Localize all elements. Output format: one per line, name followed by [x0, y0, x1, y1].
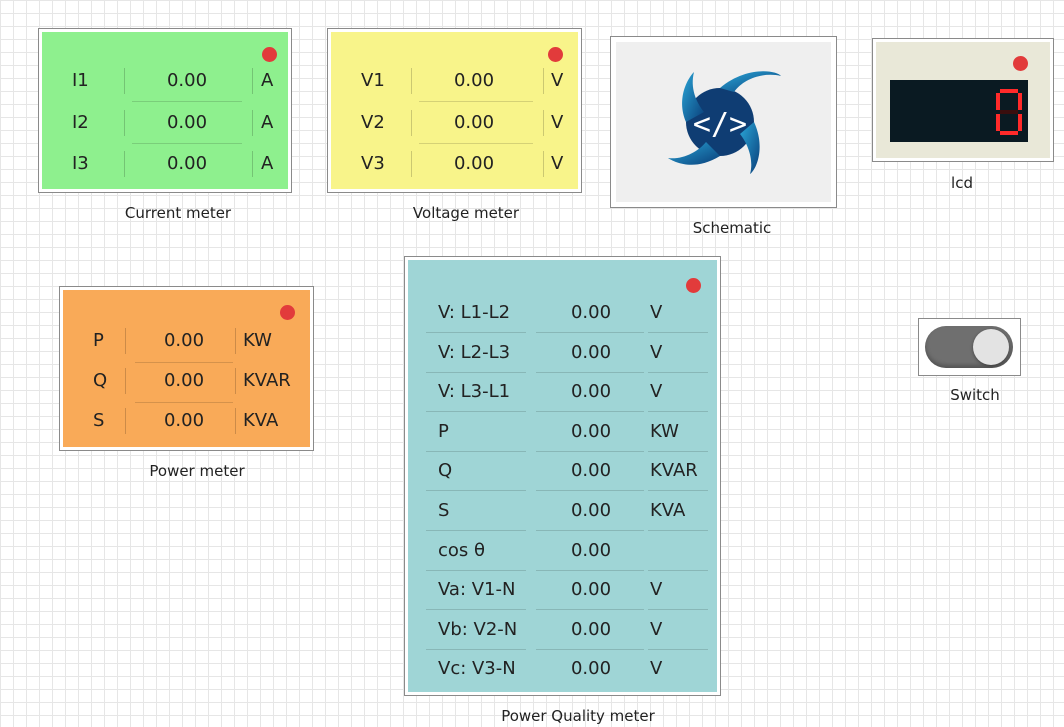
- schematic-caption: Schematic: [692, 219, 772, 237]
- row-unit: KVA: [243, 410, 279, 431]
- seven-segment-digit: [996, 89, 1022, 135]
- row-unit: V: [650, 302, 663, 323]
- row-unit: [650, 532, 710, 570]
- row-unit: KVA: [650, 500, 686, 521]
- row-label: P: [438, 421, 449, 442]
- row-unit: KVAR: [243, 370, 291, 391]
- row-unit: KW: [243, 330, 272, 351]
- row-unit: V: [650, 658, 663, 679]
- table-row: Q 0.00 KVAR: [408, 452, 717, 490]
- voltage-meter-face: V1 0.00 V V2 0.00 V V3 0.00 V: [331, 32, 578, 189]
- switch-knob[interactable]: [973, 329, 1009, 365]
- lcd-caption: lcd: [951, 174, 973, 192]
- row-label: V: L3-L1: [438, 381, 511, 402]
- table-row: P 0.00 KW: [408, 413, 717, 451]
- row-label: V: L2-L3: [438, 342, 511, 363]
- current-meter[interactable]: I1 0.00 A I2 0.00 A I3 0.00 A: [38, 28, 292, 193]
- row-value: 0.00: [570, 342, 612, 363]
- row-label: Q: [438, 460, 453, 481]
- row-label: Vc: V3-N: [438, 658, 516, 679]
- row-value: 0.00: [453, 112, 495, 133]
- current-meter-caption: Current meter: [124, 204, 232, 222]
- current-meter-face: I1 0.00 A I2 0.00 A I3 0.00 A: [42, 32, 288, 189]
- row-unit: V: [650, 342, 663, 363]
- row-value: 0.00: [570, 421, 612, 442]
- row-unit: V: [650, 381, 663, 402]
- row-label: Vb: V2-N: [438, 619, 518, 640]
- row-label: V1: [361, 70, 385, 91]
- row-value: 0.00: [570, 619, 612, 640]
- power-meter-face: P 0.00 KW Q 0.00 KVAR S 0.00 KVA: [63, 290, 310, 447]
- row-value: 0.00: [453, 153, 495, 174]
- row-unit: A: [261, 70, 274, 91]
- row-value: 0.00: [570, 460, 612, 481]
- power-quality-meter[interactable]: V: L1-L2 0.00 V V: L2-L3 0.00 V V: L3-L1 0.00 V P…: [404, 256, 721, 696]
- voltage-meter[interactable]: V1 0.00 V V2 0.00 V V3 0.00 V: [327, 28, 582, 193]
- table-row: cos θ 0.00: [408, 532, 717, 570]
- switch-caption: Switch: [950, 386, 1000, 404]
- row-unit: A: [261, 112, 274, 133]
- table-row: Vc: V3-N 0.00 V: [408, 650, 717, 688]
- status-led: [280, 305, 295, 320]
- row-value: 0.00: [570, 302, 612, 323]
- row-value: 0.00: [570, 540, 612, 561]
- row-value: 0.00: [570, 381, 612, 402]
- table-row: V: L3-L1 0.00 V: [408, 373, 717, 411]
- row-label: S: [438, 500, 450, 521]
- status-led: [548, 47, 563, 62]
- row-label: V2: [361, 112, 385, 133]
- row-label: V: L1-L2: [438, 302, 511, 323]
- power-meter-caption: Power meter: [149, 462, 245, 480]
- row-label: I3: [72, 153, 89, 174]
- row-value: 0.00: [570, 579, 612, 600]
- row-unit: V: [650, 579, 663, 600]
- row-value: 0.00: [163, 330, 205, 351]
- table-row: Va: V1-N 0.00 V: [408, 571, 717, 609]
- status-led: [1013, 56, 1028, 71]
- row-unit: V: [551, 112, 564, 133]
- row-value: 0.00: [166, 112, 208, 133]
- row-value: 0.00: [166, 153, 208, 174]
- row-unit: V: [650, 619, 663, 640]
- row-unit: KW: [650, 421, 679, 442]
- power-quality-meter-face: V: L1-L2 0.00 V V: L2-L3 0.00 V V: L3-L1 0.00 V P…: [408, 260, 717, 692]
- status-led: [686, 278, 701, 293]
- lcd-display[interactable]: 0: [872, 38, 1054, 162]
- code-logo-icon: </>: [668, 71, 781, 174]
- row-label: V3: [361, 153, 385, 174]
- power-meter[interactable]: P 0.00 KW Q 0.00 KVAR S 0.00 KVA: [59, 286, 314, 451]
- row-label: I2: [72, 112, 89, 133]
- row-unit: V: [551, 153, 564, 174]
- toggle-switch[interactable]: [918, 318, 1021, 376]
- row-value: 0.00: [166, 70, 208, 91]
- schematic-block[interactable]: </>: [610, 36, 837, 208]
- row-label: cos θ: [438, 540, 486, 561]
- row-value: 0.00: [163, 410, 205, 431]
- row-value: 0.00: [570, 658, 612, 679]
- row-label: Va: V1-N: [438, 579, 516, 600]
- row-unit: A: [261, 153, 274, 174]
- voltage-meter-caption: Voltage meter: [412, 204, 520, 222]
- table-row: V: L2-L3 0.00 V: [408, 334, 717, 372]
- table-row: V: L1-L2 0.00 V: [408, 294, 717, 332]
- table-row: S 0.00 KVA: [408, 492, 717, 530]
- row-value: 0.00: [570, 500, 612, 521]
- row-value: 0.00: [163, 370, 205, 391]
- svg-text:</>: </>: [693, 107, 747, 142]
- row-value: 0.00: [453, 70, 495, 91]
- status-led: [262, 47, 277, 62]
- row-label: I1: [72, 70, 89, 91]
- table-row: Vb: V2-N 0.00 V: [408, 611, 717, 649]
- row-unit: V: [551, 70, 564, 91]
- row-unit: KVAR: [650, 460, 698, 481]
- power-quality-meter-caption: Power Quality meter: [501, 707, 655, 725]
